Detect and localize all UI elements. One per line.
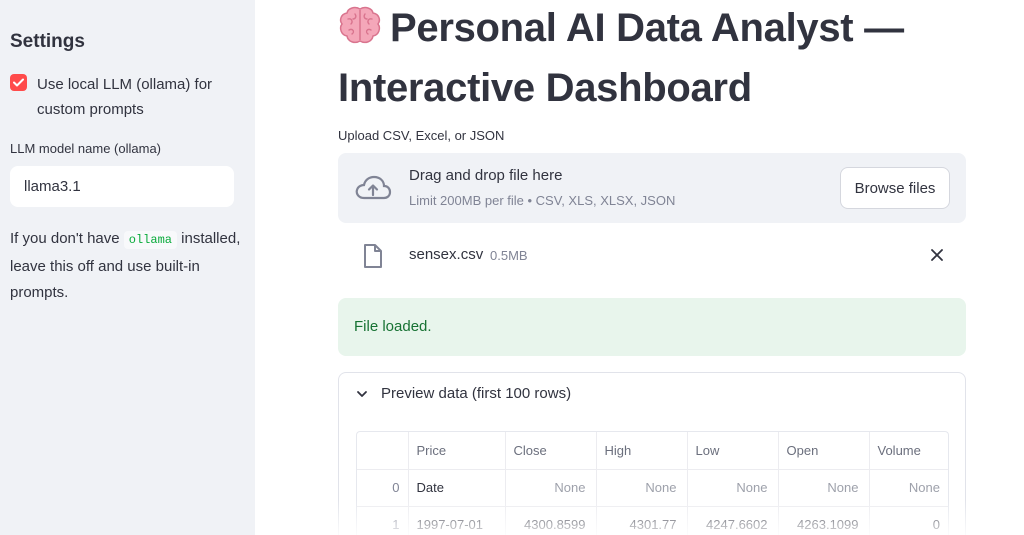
success-alert-text: File loaded. [354,318,432,335]
column-header[interactable]: Low [687,432,779,470]
preview-expander-header[interactable]: Preview data (first 100 rows) [339,373,965,415]
dropzone-instruction: Drag and drop file here [409,167,563,184]
column-header[interactable]: Price [408,432,506,470]
dropzone-limit: Limit 200MB per file • CSV, XLS, XLSX, J… [409,193,676,208]
chevron-down-icon [356,387,368,405]
note-code: ollama [123,231,177,249]
column-header[interactable]: High [596,432,688,470]
table-cell[interactable]: None [687,469,779,507]
table-cell[interactable]: None [869,469,948,507]
table-cell[interactable]: 4300.8599 [505,506,597,535]
model-name-input[interactable] [10,166,234,207]
column-header[interactable]: Close [505,432,597,470]
sidebar-title: Settings [10,31,85,52]
sidebar: Settings Use local LLM (ollama) for cust… [0,0,255,535]
model-name-label: LLM model name (ollama) [10,141,162,156]
checkmark-icon [13,78,24,87]
success-alert: File loaded. [338,298,966,356]
table-header-row: Price Close High Low Open Volume [357,432,948,470]
table-cell[interactable]: 1997-07-01 [408,506,506,535]
preview-table[interactable]: Price Close High Low Open Volume 0 Date … [356,431,949,535]
table-cell[interactable]: None [778,469,870,507]
note-text-start: If you don't have [10,230,124,247]
brain-icon [338,4,382,60]
file-icon [362,243,384,274]
page-title: Personal AI Data Analyst — Interactive D… [338,0,978,116]
remove-file-icon[interactable] [930,248,944,267]
local-llm-checkbox-label[interactable]: Use local LLM (ollama) for custom prompt… [37,72,237,122]
sidebar-note: If you don't have ollama installed, leav… [10,226,242,307]
column-header[interactable]: Volume [869,432,948,470]
table-cell[interactable]: Date [408,469,506,507]
page-title-text: Personal AI Data Analyst — Interactive D… [338,6,904,110]
local-llm-checkbox[interactable] [10,74,27,91]
column-header[interactable] [357,432,409,470]
table-row: 0 Date None None None None None [357,469,948,507]
preview-expander-title: Preview data (first 100 rows) [381,385,572,402]
column-header[interactable]: Open [778,432,870,470]
table-cell[interactable]: 4301.77 [596,506,688,535]
table-cell[interactable]: None [596,469,688,507]
cloud-upload-icon [354,174,392,207]
uploaded-file-name: sensex.csv [409,246,484,263]
uploader-label: Upload CSV, Excel, or JSON [338,128,505,143]
table-cell[interactable]: 4263.1099 [778,506,870,535]
preview-expander: Preview data (first 100 rows) Price Clos… [338,372,966,535]
file-dropzone[interactable]: Drag and drop file here Limit 200MB per … [338,153,966,223]
row-index: 1 [357,506,409,535]
table-cell[interactable]: None [505,469,597,507]
table-row: 1 1997-07-01 4300.8599 4301.77 4247.6602… [357,506,948,535]
table-cell[interactable]: 4247.6602 [687,506,779,535]
browse-files-button[interactable]: Browse files [840,167,950,209]
uploaded-file-size: 0.5MB [490,248,528,263]
table-cell[interactable]: 0 [869,506,948,535]
row-index: 0 [357,469,409,507]
uploaded-file-row: sensex.csv 0.5MB [338,237,966,275]
